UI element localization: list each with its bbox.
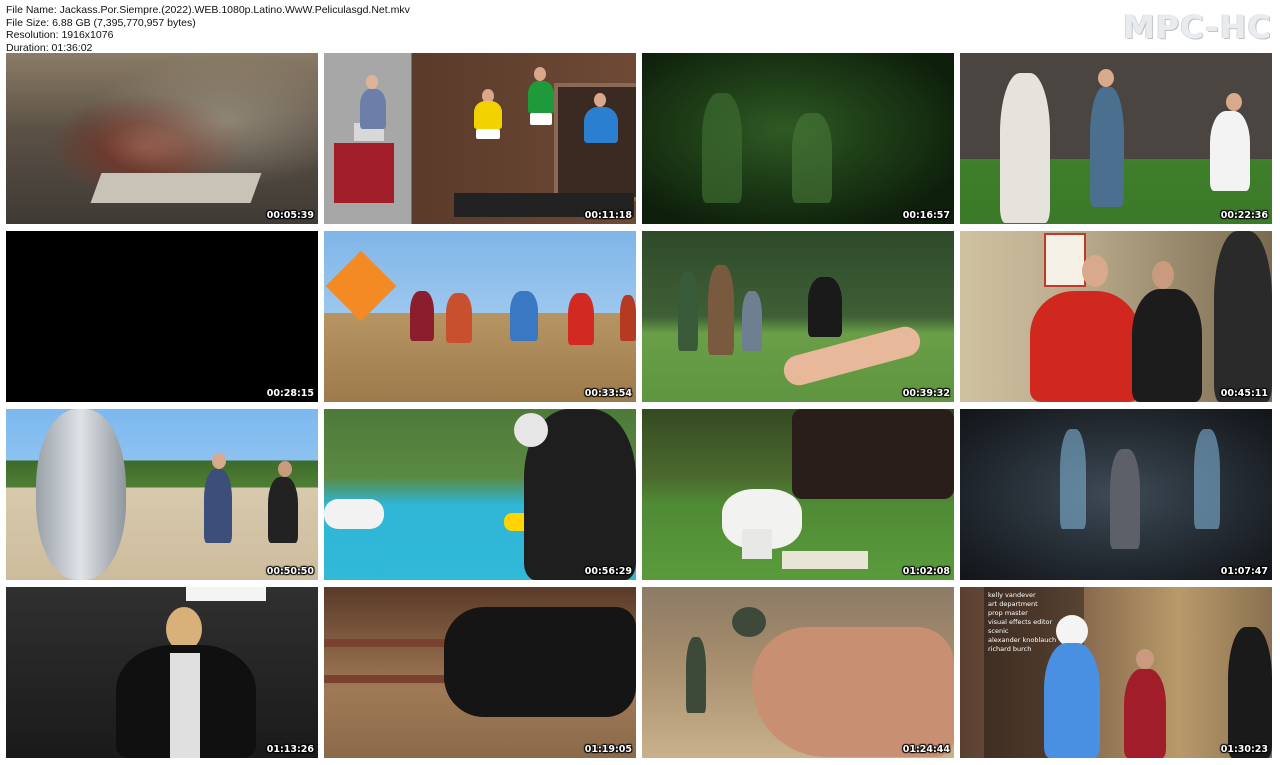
timestamp: 01:19:05	[584, 744, 632, 755]
timestamp: 00:11:18	[584, 210, 632, 221]
file-name: File Name: Jackass.Por.Siempre.(2022).WE…	[6, 4, 410, 16]
timestamp: 00:22:36	[1220, 210, 1268, 221]
timestamp: 01:02:08	[902, 566, 950, 577]
thumbnail-14[interactable]: 01:19:05	[324, 587, 636, 758]
thumbnail-11[interactable]: 01:02:08	[642, 409, 954, 580]
timestamp: 00:56:29	[584, 566, 632, 577]
thumbnail-10[interactable]: 00:56:29	[324, 409, 636, 580]
timestamp: 01:13:26	[266, 744, 314, 755]
thumbnail-15[interactable]: 01:24:44	[642, 587, 954, 758]
mpc-hc-logo: MPC-HC	[1122, 8, 1272, 46]
thumbnail-1[interactable]: 00:05:39	[6, 53, 318, 224]
thumbnail-8[interactable]: 00:45:11	[960, 231, 1272, 402]
thumbnail-2[interactable]: 00:11:18	[324, 53, 636, 224]
thumbnail-grid: 00:05:39 00:11:18 00:16:57 00:22:36 00:2…	[6, 53, 1274, 761]
thumbnail-3[interactable]: 00:16:57	[642, 53, 954, 224]
credits-text: kelly vandever art department prop maste…	[988, 591, 1057, 653]
timestamp: 00:39:32	[902, 388, 950, 399]
timestamp: 01:30:23	[1220, 744, 1268, 755]
thumbnail-7[interactable]: 00:39:32	[642, 231, 954, 402]
thumbnail-9[interactable]: 00:50:50	[6, 409, 318, 580]
thumbnail-6[interactable]: 00:33:54	[324, 231, 636, 402]
timestamp: 00:16:57	[902, 210, 950, 221]
thumbnail-5[interactable]: 00:28:15	[6, 231, 318, 402]
timestamp: 01:24:44	[902, 744, 950, 755]
thumbnail-12[interactable]: 01:07:47	[960, 409, 1272, 580]
timestamp: 00:45:11	[1220, 388, 1268, 399]
thumbnail-16[interactable]: kelly vandever art department prop maste…	[960, 587, 1272, 758]
file-info: File Name: Jackass.Por.Siempre.(2022).WE…	[6, 4, 410, 54]
thumbnail-4[interactable]: 00:22:36	[960, 53, 1272, 224]
timestamp: 01:07:47	[1220, 566, 1268, 577]
file-size: File Size: 6.88 GB (7,395,770,957 bytes)	[6, 16, 196, 29]
timestamp: 00:05:39	[266, 210, 314, 221]
thumbnail-13[interactable]: 01:13:26	[6, 587, 318, 758]
timestamp: 00:33:54	[584, 388, 632, 399]
timestamp: 00:28:15	[266, 388, 314, 399]
timestamp: 00:50:50	[266, 566, 314, 577]
resolution: Resolution: 1916x1076	[6, 29, 114, 42]
